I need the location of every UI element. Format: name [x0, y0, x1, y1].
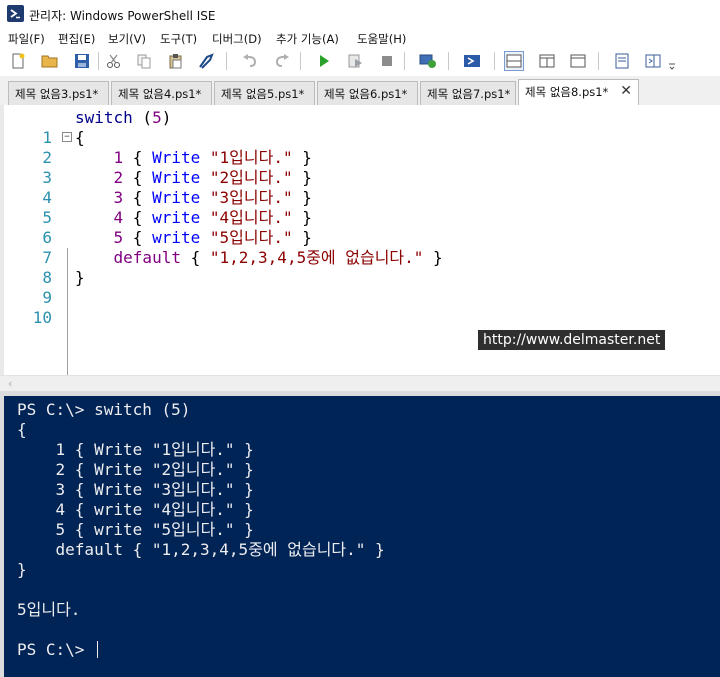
- save-icon[interactable]: [72, 51, 92, 71]
- script-pane-icon[interactable]: [612, 51, 632, 71]
- scroll-left-icon[interactable]: ‹: [8, 377, 12, 390]
- console-line: default { "1,2,3,4,5중에 없습니다." }: [17, 540, 385, 559]
- console-line: 3 { Write "3입니다." }: [17, 480, 254, 499]
- text-cursor: [97, 641, 99, 658]
- code-line: 6 4 { write "4입니다." }: [4, 208, 720, 247]
- code-line: 3 1 { Write "1입니다." }: [4, 148, 720, 187]
- tab-label: 제목 없음5.ps1*: [221, 87, 305, 101]
- copy-icon[interactable]: [134, 51, 154, 71]
- open-file-icon[interactable]: [40, 51, 60, 71]
- commands-pane-icon[interactable]: [643, 51, 663, 71]
- menu-debug[interactable]: 디버그(D): [212, 31, 262, 47]
- console-line: {: [17, 420, 27, 439]
- title-bar: 관리자: Windows PowerShell ISE: [0, 0, 720, 30]
- horizontal-scrollbar[interactable]: ‹: [0, 375, 720, 391]
- close-icon[interactable]: ✕: [620, 83, 632, 99]
- menu-file[interactable]: 파일(F): [8, 31, 45, 47]
- remote-tab-icon[interactable]: [418, 51, 438, 71]
- code-line: 4 2 { Write "2입니다." }: [4, 168, 720, 207]
- console-line: 4 { write "4입니다." }: [17, 500, 254, 519]
- tab-script-4[interactable]: 제목 없음4.ps1*: [111, 81, 212, 105]
- tab-label: 제목 없음7.ps1*: [427, 87, 511, 101]
- cut-icon[interactable]: [104, 51, 124, 71]
- tab-script-8[interactable]: 제목 없음8.ps1* ✕: [518, 79, 639, 105]
- layout-top-icon[interactable]: [504, 51, 524, 71]
- tab-script-6[interactable]: 제목 없음6.ps1*: [317, 81, 418, 105]
- powershell-icon: [7, 5, 24, 22]
- tab-label: 제목 없음3.ps1*: [15, 87, 99, 101]
- code-line: 7 5 { write "5입니다." }: [4, 228, 720, 267]
- code-line: 2 − {: [4, 128, 720, 167]
- prompt-text: PS C:\>: [17, 640, 95, 659]
- console-output: 5입니다.: [17, 600, 81, 619]
- redo-icon[interactable]: [272, 51, 292, 71]
- run-selection-icon[interactable]: [345, 51, 365, 71]
- menu-help[interactable]: 도움말(H): [357, 31, 406, 47]
- tab-label: 제목 없음6.ps1*: [324, 87, 408, 101]
- console-line: 1 { Write "1입니다." }: [17, 440, 254, 459]
- tab-script-3[interactable]: 제목 없음3.ps1*: [8, 81, 109, 105]
- run-script-icon[interactable]: [314, 51, 334, 71]
- menu-addons[interactable]: 추가 기능(A): [276, 31, 339, 47]
- toolbar-overflow-icon[interactable]: [666, 56, 678, 76]
- new-file-icon[interactable]: [8, 51, 28, 71]
- menu-bar: 파일(F) 편집(E) 보기(V) 도구(T) 디버그(D) 추가 기능(A) …: [0, 30, 720, 48]
- toolbar: [0, 48, 720, 75]
- window-title: 관리자: Windows PowerShell ISE: [29, 9, 216, 23]
- console-line: PS C:\> switch (5): [17, 400, 191, 419]
- tab-label: 제목 없음4.ps1*: [118, 87, 202, 101]
- code-line: 5 3 { Write "3입니다." }: [4, 188, 720, 227]
- console-prompt[interactable]: PS C:\>: [17, 640, 99, 660]
- menu-tools[interactable]: 도구(T): [160, 31, 197, 47]
- tab-script-7[interactable]: 제목 없음7.ps1*: [420, 81, 516, 105]
- script-tab-bar: 제목 없음3.ps1* 제목 없음4.ps1* 제목 없음5.ps1* 제목 없…: [0, 76, 720, 105]
- console-line: 5 { write "5입니다." }: [17, 520, 254, 539]
- console-line: }: [17, 560, 27, 579]
- watermark: http://www.delmaster.net: [478, 330, 666, 350]
- collapse-icon[interactable]: −: [62, 132, 72, 142]
- code-line: 8 default { "1,2,3,4,5중에 없습니다." }: [4, 248, 720, 287]
- start-powershell-icon[interactable]: [462, 51, 482, 71]
- layout-right-icon[interactable]: [537, 51, 557, 71]
- menu-view[interactable]: 보기(V): [108, 31, 146, 47]
- code-line: 10: [4, 288, 720, 327]
- menu-edit[interactable]: 편집(E): [58, 31, 95, 47]
- code-line: 1 switch (5): [4, 108, 720, 147]
- layout-maximized-icon[interactable]: [568, 51, 588, 71]
- tab-label: 제목 없음8.ps1*: [525, 85, 609, 99]
- clear-console-icon[interactable]: [196, 51, 216, 71]
- line-number: 10: [32, 308, 52, 327]
- code-line: 9 }: [4, 268, 720, 307]
- paste-icon[interactable]: [166, 51, 186, 71]
- console-line: 2 { Write "2입니다." }: [17, 460, 254, 479]
- undo-icon[interactable]: [240, 51, 260, 71]
- tab-script-5[interactable]: 제목 없음5.ps1*: [214, 81, 315, 105]
- console-pane[interactable]: PS C:\> switch (5) { 1 { Write "1입니다." }…: [0, 396, 720, 677]
- stop-icon[interactable]: [377, 51, 397, 71]
